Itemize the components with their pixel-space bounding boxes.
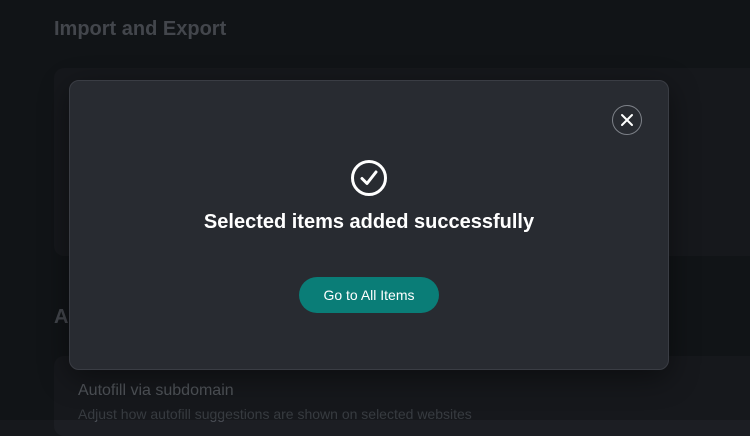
success-dialog: Selected items added successfully Go to … xyxy=(69,80,669,370)
close-button[interactable] xyxy=(612,105,642,135)
dialog-title: Selected items added successfully xyxy=(203,211,535,233)
go-to-all-items-button[interactable]: Go to All Items xyxy=(299,277,439,313)
close-icon xyxy=(621,114,633,126)
check-circle-icon xyxy=(351,160,387,196)
